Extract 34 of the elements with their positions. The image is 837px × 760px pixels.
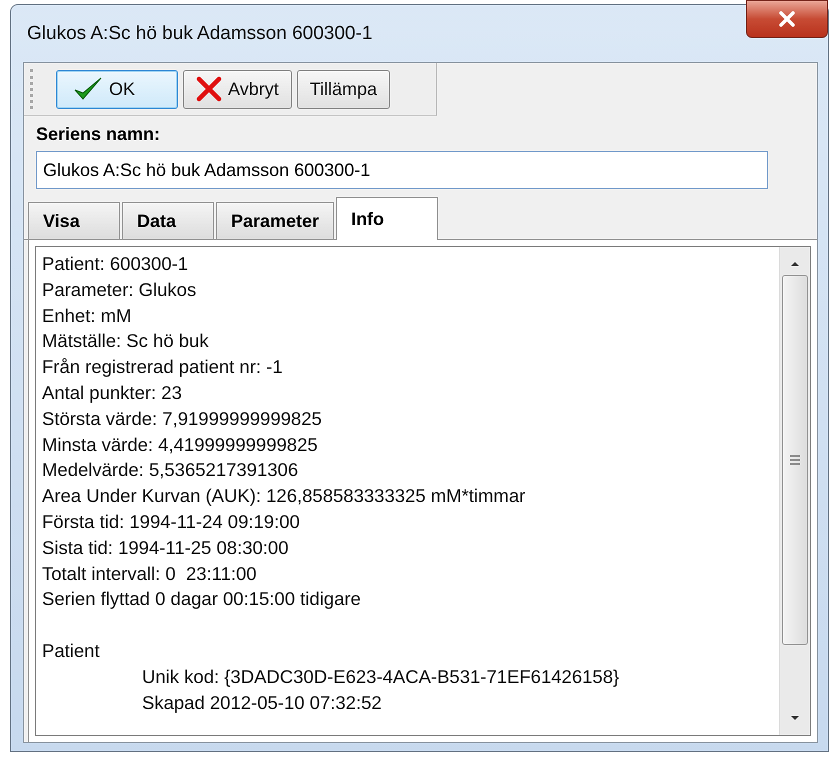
info-line: Medelvärde: 5,5365217391306 [42,458,300,482]
section-heading: Patient [42,638,101,663]
info-line: Enhet: mM [42,304,132,328]
info-line: Patient: 600300-1 [42,252,190,276]
info-line: Serien flyttad 0 dagar 00:15:00 tidigare [42,587,362,612]
apply-button[interactable]: Tillämpa [296,70,390,108]
vertical-scrollbar[interactable] [779,247,810,735]
info-line: Från registrerad patient nr: -1 [42,355,284,380]
info-line: Parameter: Glukos [42,278,198,302]
info-line: Största värde: 7,91999999999825 [42,406,323,431]
tab[interactable]: Info [336,197,438,240]
window-title: Glukos A:Sc hö buk Adamsson 600300-1 [26,22,372,44]
series-name-field[interactable]: Glukos A:Sc hö buk Adamsson 600300-1 [36,151,768,189]
info-line: Minsta värde: 4,41999999999825 [42,432,319,457]
close-button[interactable] [746,0,828,38]
info-line: Antal punkter: 23 [42,380,183,405]
checkmark-icon [73,76,103,102]
tab[interactable]: Parameter [216,202,334,239]
ok-button[interactable]: OK [56,70,178,108]
grip-icon [788,454,802,466]
close-icon [776,10,798,28]
cancel-button[interactable]: Avbryt [183,70,292,108]
tab[interactable]: Visa [28,202,120,239]
cross-icon [196,76,222,102]
info-line: Sista tid: 1994-11-25 08:30:00 [42,536,290,560]
info-line: Mätställe: Sc hö buk [42,329,210,354]
info-line: Skapad 2012-05-10 07:32:52 [141,690,383,715]
info-line: Totalt intervall: 0 23:11:00 [42,562,258,586]
info-line: Första tid: 1994-11-24 09:19:00 [42,510,301,534]
tab[interactable]: Data [122,202,214,239]
info-line: Area Under Kurvan (AUK): 126,858583333325 mM*timmar [42,484,526,508]
scrollbar-thumb[interactable] [782,275,808,645]
series-name-label: Seriens namn: [36,124,162,145]
info-line: Unik kod: {3DADC30D-E623-4ACA-B531-71EF61426158} [141,664,620,689]
